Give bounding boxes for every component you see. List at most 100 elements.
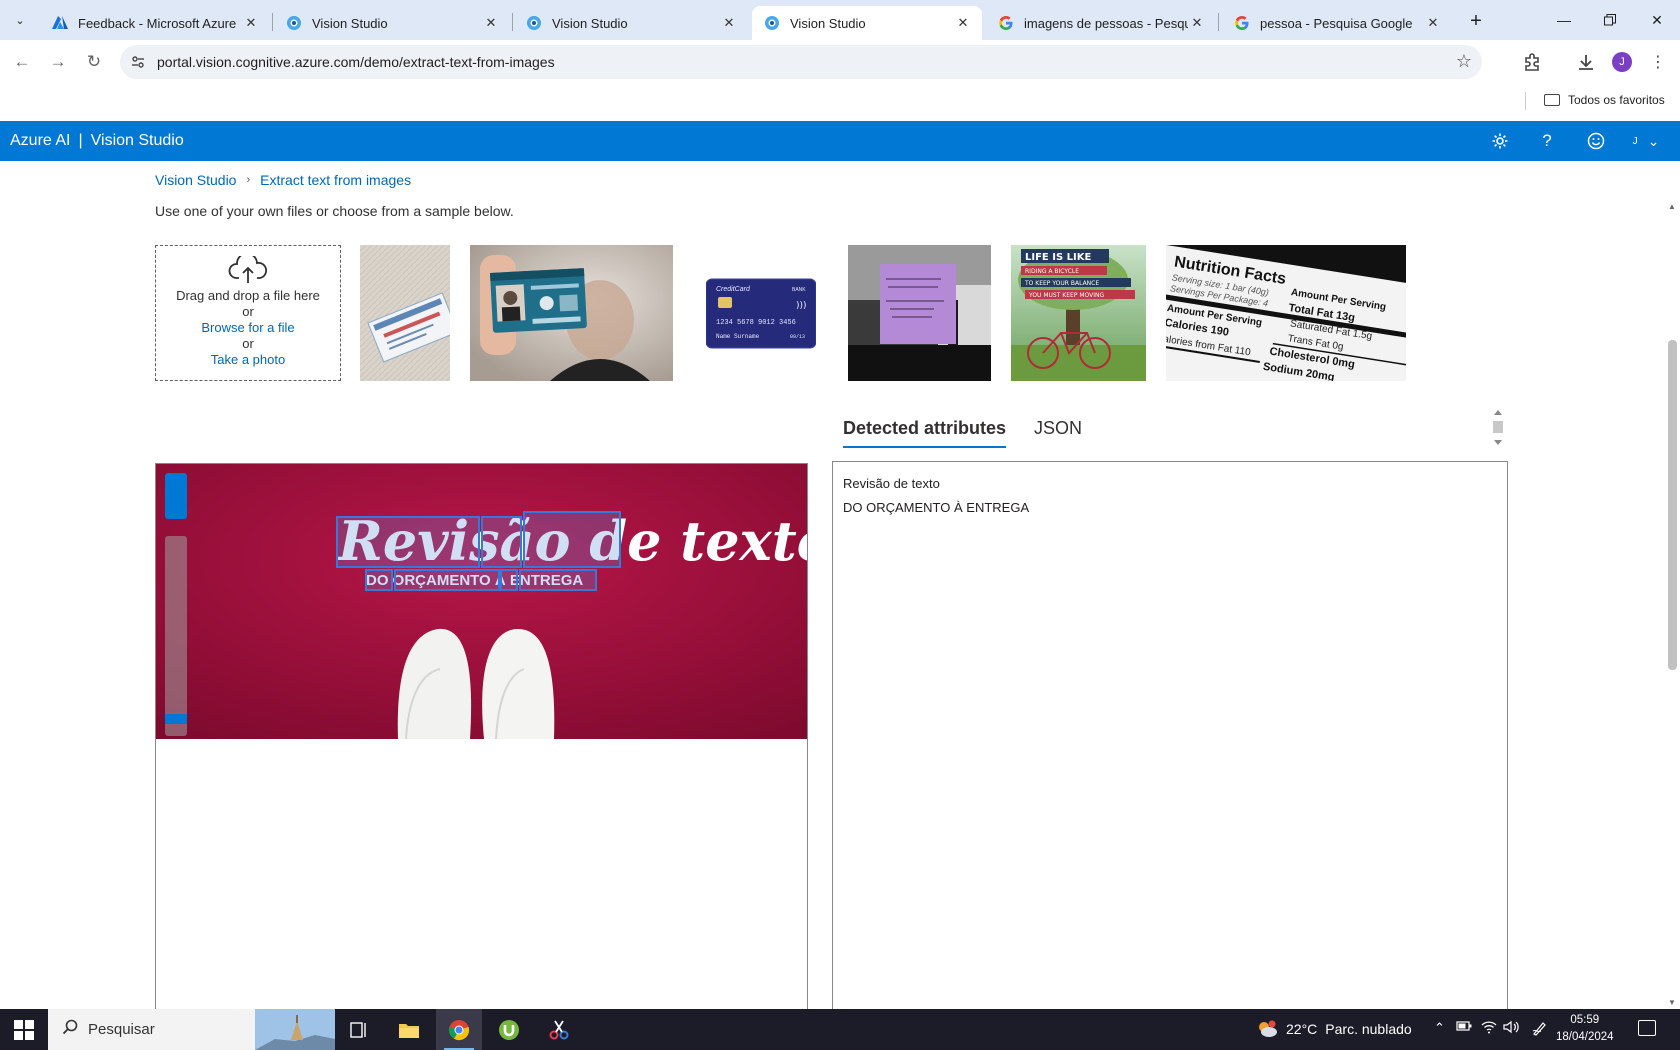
help-question-icon[interactable]: ? — [1535, 129, 1559, 153]
folder-label: Todos os favoritos — [1568, 93, 1665, 107]
browser-tab-google-pessoa[interactable]: pessoa - Pesquisa Google ✕ — [1222, 6, 1452, 40]
tabs-scrollbar[interactable] — [1491, 407, 1505, 449]
browser-tab-feedback-azure[interactable]: Feedback - Microsoft Azure ✕ — [40, 6, 270, 40]
browse-file-link[interactable]: Browse for a file — [156, 320, 340, 336]
close-icon[interactable]: ✕ — [482, 14, 500, 32]
card-bank-text: BANK — [792, 287, 806, 293]
poster-line-3: TO KEEP YOUR BALANCE — [1024, 280, 1099, 287]
weather-cloudy-icon — [1256, 1020, 1278, 1038]
windows-start-icon[interactable] — [14, 1020, 34, 1040]
weather-widget[interactable]: 22°C Parc. nublado — [1256, 1020, 1412, 1038]
vision-studio-logo-icon — [526, 15, 542, 31]
sample-social-security-card[interactable] — [360, 245, 450, 381]
battery-icon[interactable] — [1456, 1020, 1472, 1035]
browser-tab-vision-studio-active[interactable]: Vision Studio ✕ — [752, 6, 982, 40]
user-initial: J — [1632, 135, 1638, 147]
tab-detected-attributes[interactable]: Detected attributes — [843, 418, 1007, 448]
scroll-down-arrow-icon[interactable]: ▼ — [1668, 998, 1676, 1007]
browser-tab-vision-studio-1[interactable]: Vision Studio ✕ — [274, 6, 510, 40]
url-text[interactable]: portal.vision.cognitive.azure.com/demo/e… — [157, 54, 555, 70]
image-preview-panel: Revisão de texto DO ORÇAMENTO À ENTREGA — [155, 463, 808, 1013]
more-menu-icon[interactable]: ⋮ — [1646, 50, 1670, 74]
ocr-word-box — [481, 516, 522, 568]
tab-search-chevron-icon[interactable]: ⌄ — [8, 8, 32, 32]
bookmark-star-icon[interactable]: ☆ — [1456, 51, 1472, 72]
zoom-slider[interactable] — [165, 536, 187, 736]
browser-tab-google-imagens[interactable]: imagens de pessoas - Pesquisa Google ✕ — [986, 6, 1216, 40]
wifi-icon[interactable] — [1481, 1020, 1497, 1037]
restore-icon[interactable] — [1587, 4, 1633, 36]
zoom-controls[interactable] — [165, 473, 187, 519]
zoom-slider-thumb[interactable] — [165, 714, 187, 724]
back-arrow-icon[interactable]: ← — [8, 48, 36, 76]
vision-studio-logo-icon — [764, 15, 780, 31]
tab-divider — [512, 13, 513, 31]
system-clock[interactable]: 05:59 18/04/2024 — [1556, 1012, 1614, 1046]
page-scrollbar[interactable]: ▲ ▼ — [1664, 200, 1680, 1009]
ocr-word-box — [365, 569, 393, 591]
forward-arrow-icon[interactable]: → — [44, 48, 72, 76]
site-info-icon[interactable] — [130, 54, 146, 70]
notifications-icon[interactable] — [1638, 1020, 1656, 1036]
card-holder-text: Name Surname — [716, 333, 760, 340]
settings-gear-icon[interactable] — [1488, 129, 1512, 153]
taskbar-search-box[interactable]: Pesquisar — [48, 1009, 335, 1050]
profile-avatar[interactable]: J — [1612, 52, 1632, 72]
task-view-icon[interactable] — [336, 1009, 382, 1050]
snipping-tool-icon[interactable] — [536, 1009, 582, 1050]
close-icon[interactable]: ✕ — [242, 14, 260, 32]
intro-text: Use one of your own files or choose from… — [155, 203, 514, 219]
brand-separator: | — [78, 132, 83, 149]
file-explorer-icon[interactable] — [386, 1009, 432, 1050]
file-dropzone[interactable]: Drag and drop a file here or Browse for … — [155, 245, 341, 381]
page-scrollbar-thumb[interactable] — [1668, 340, 1677, 670]
user-account-menu[interactable]: J ⌄ — [1626, 129, 1666, 153]
ocr-word-box — [336, 516, 480, 568]
show-hidden-icons-chevron-icon[interactable]: ⌃ — [1434, 1020, 1445, 1036]
poster-line-2: RIDING A BICYCLE — [1025, 268, 1079, 275]
sample-bicycle-poster[interactable]: LIFE IS LIKE RIDING A BICYCLE TO KEEP YO… — [1011, 245, 1146, 381]
chrome-taskbar-icon[interactable] — [436, 1009, 482, 1050]
sample-credit-card[interactable]: CreditCard BANK ))) 1234 5678 9012 3456 … — [706, 245, 816, 381]
scroll-up-arrow-icon[interactable]: ▲ — [1668, 202, 1676, 211]
detected-attributes-panel: Revisão de texto DO ORÇAMENTO À ENTREGA — [832, 461, 1508, 1021]
sample-sticky-note[interactable] — [848, 245, 991, 381]
close-icon[interactable]: ✕ — [954, 14, 972, 32]
result-tabs: Detected attributes JSON — [843, 418, 1110, 448]
minimize-icon[interactable]: — — [1541, 4, 1587, 36]
tab-json[interactable]: JSON — [1034, 418, 1082, 448]
sample-id-card[interactable] — [470, 245, 673, 381]
feedback-smiley-icon[interactable] — [1584, 129, 1608, 153]
close-icon[interactable]: ✕ — [1188, 14, 1206, 32]
new-tab-plus-icon[interactable]: + — [1463, 8, 1489, 34]
tab-title: Vision Studio — [312, 15, 388, 31]
window-close-icon[interactable]: ✕ — [1634, 4, 1680, 36]
pen-ink-icon[interactable] — [1532, 1020, 1548, 1039]
browser-toolbar: ← → ↻ portal.vision.cognitive.azure.com/… — [0, 40, 1680, 84]
address-bar[interactable]: portal.vision.cognitive.azure.com/demo/e… — [120, 45, 1482, 79]
reload-icon[interactable]: ↻ — [80, 48, 108, 76]
close-icon[interactable]: ✕ — [720, 14, 738, 32]
breadcrumb-home-link[interactable]: Vision Studio — [155, 172, 236, 188]
breadcrumb-current-link[interactable]: Extract text from images — [260, 172, 411, 188]
or-text: or — [242, 304, 254, 319]
take-photo-link[interactable]: Take a photo — [156, 352, 340, 368]
card-expiry-text: 09/13 — [790, 334, 805, 340]
detected-line: Revisão de texto — [843, 476, 940, 491]
close-icon[interactable]: ✕ — [1424, 14, 1442, 32]
azure-logo-icon — [52, 15, 68, 31]
search-placeholder: Pesquisar — [88, 1021, 155, 1038]
browser-tab-vision-studio-2[interactable]: Vision Studio ✕ — [514, 6, 748, 40]
google-logo-icon — [998, 15, 1014, 31]
downloads-icon[interactable] — [1574, 50, 1598, 74]
poster-line-1: LIFE IS LIKE — [1025, 252, 1091, 263]
volume-icon[interactable] — [1503, 1020, 1519, 1037]
cloud-upload-icon — [228, 256, 268, 283]
sample-nutrition-facts[interactable]: Nutrition Facts Serving size: 1 bar (40g… — [1166, 245, 1406, 381]
app-brand[interactable]: Azure AI | Vision Studio — [10, 132, 184, 150]
utorrent-icon[interactable] — [486, 1009, 532, 1050]
extensions-puzzle-icon[interactable] — [1520, 50, 1544, 74]
all-bookmarks-folder[interactable]: Todos os favoritos — [1544, 93, 1665, 107]
tab-title: Feedback - Microsoft Azure — [78, 15, 237, 31]
tab-title: imagens de pessoas - Pesquisa Google — [1024, 15, 1188, 31]
